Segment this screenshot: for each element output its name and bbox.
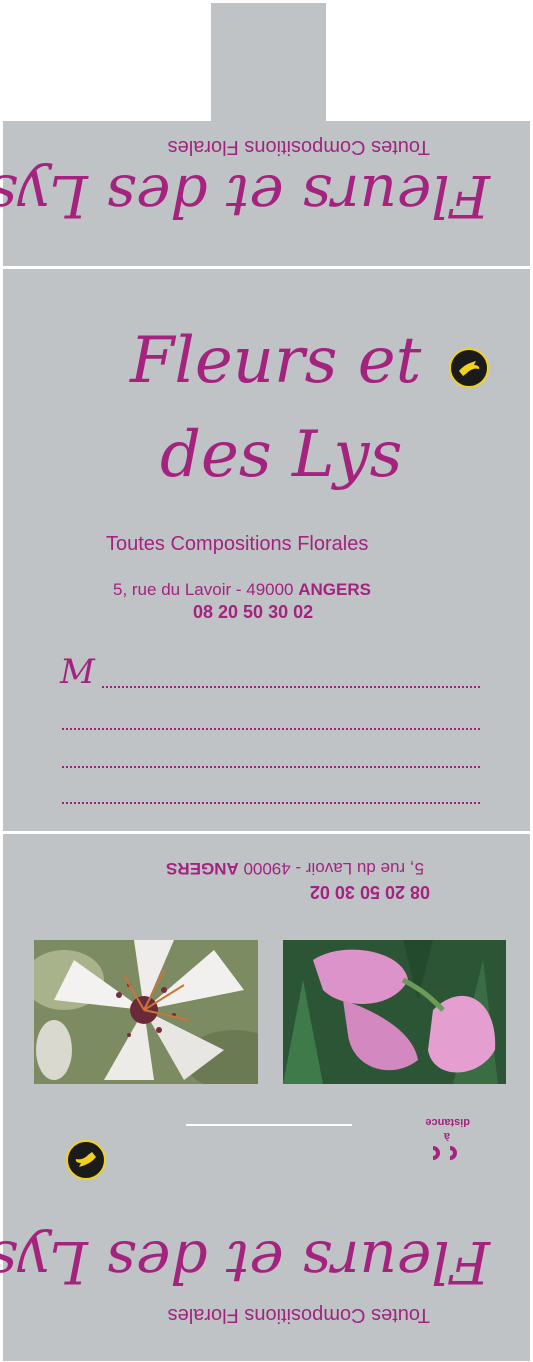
mercury-icon <box>75 1152 96 1167</box>
address: 5, rue du Lavoir - 49000 <box>243 859 424 878</box>
interflora-badge <box>66 1140 106 1180</box>
tagline: Toutes Compositions Florales <box>106 533 369 555</box>
cc-logo-icon <box>433 1146 457 1160</box>
hang-tab <box>211 3 326 121</box>
tagline: Toutes Compositions Florales <box>167 1304 430 1326</box>
top-panel-flipped: Fleurs et des Lys Toutes Compositions Fl… <box>0 121 530 266</box>
phone-number: 08 20 50 30 02 <box>193 602 314 622</box>
shop-name-line2: des Lys <box>160 418 403 492</box>
city: ANGERS <box>166 859 239 878</box>
lily-photo <box>34 940 258 1084</box>
distance-a: à <box>443 1130 450 1142</box>
city: ANGERS <box>298 580 371 599</box>
mercury-icon <box>459 361 480 376</box>
address: 5, rue du Lavoir - 49000 <box>113 580 294 599</box>
address-line-2[interactable] <box>62 766 480 768</box>
shop-name-line1: Fleurs et <box>130 324 422 398</box>
address-line-1[interactable] <box>62 728 480 730</box>
calla-photo <box>283 940 506 1084</box>
shop-name: Fleurs et des Lys <box>0 1228 490 1296</box>
bottom-contact-flipped: 08 20 50 30 02 5, rue du Lavoir - 49000 … <box>3 834 530 942</box>
shop-name: Fleurs et des Lys <box>0 162 490 230</box>
address-line: 5, rue du Lavoir - 49000 ANGERS <box>166 858 424 878</box>
address-line: 5, rue du Lavoir - 49000 ANGERS <box>113 580 371 600</box>
distance-b: distance <box>425 1116 470 1128</box>
bottom-panel-flipped: Fleurs et des Lys Toutes Compositions Fl… <box>0 1200 530 1330</box>
name-line[interactable] <box>102 686 480 688</box>
phone-number: 08 20 50 30 02 <box>309 882 430 902</box>
salutation: M <box>60 652 95 692</box>
distance-logo <box>431 1144 467 1162</box>
bottom-logos-flipped: à distance <box>3 1100 530 1190</box>
interflora-badge <box>449 348 489 388</box>
tagline: Toutes Compositions Florales <box>167 136 430 158</box>
address-line-3[interactable] <box>62 802 480 804</box>
